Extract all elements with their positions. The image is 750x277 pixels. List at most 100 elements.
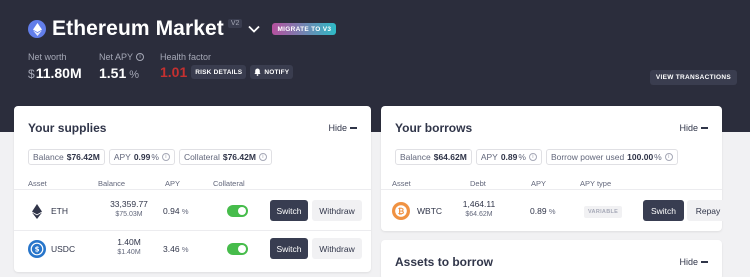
chip-value: 0.99 xyxy=(133,152,151,162)
apy-value: 3.46 xyxy=(163,244,180,254)
notify-label: NOTIFY xyxy=(264,68,290,76)
view-transactions-button[interactable]: VIEW TRANSACTIONS xyxy=(649,70,737,85)
health-factor-stat: Health factor 1.01 RISK DETAILS NOTIFY xyxy=(160,52,294,80)
chevron-down-icon[interactable] xyxy=(248,22,262,36)
repay-button[interactable]: Repay xyxy=(687,200,729,221)
supplies-title: Your supplies xyxy=(28,121,107,135)
table-row: ETH 33,359.77 $75.03M 0.94 % Switch With… xyxy=(14,191,371,231)
health-factor-value: 1.01 xyxy=(160,64,188,80)
health-factor-label: Health factor xyxy=(160,52,212,62)
wbtc-icon: ₿ xyxy=(392,202,410,220)
chip-value: $76.42M xyxy=(222,152,256,162)
migrate-button[interactable]: MIGRATE TO V3 xyxy=(272,23,337,35)
minus-icon xyxy=(701,127,708,129)
info-icon[interactable]: i xyxy=(161,153,170,161)
net-worth-stat: Net worth $ 11.80M xyxy=(28,52,82,81)
column-header: APY xyxy=(531,179,547,188)
hide-label: Hide xyxy=(679,257,698,267)
table-row: $ USDC 1.40M $1.40M 3.46 % Switch Withdr… xyxy=(14,229,371,269)
version-tag: V2 xyxy=(227,18,243,28)
risk-details-button[interactable]: RISK DETAILS xyxy=(191,65,247,79)
withdraw-button[interactable]: Withdraw xyxy=(312,200,362,221)
supplies-panel: Your supplies Hide Balance $76.42M APY 0… xyxy=(14,106,371,272)
column-header: Balance xyxy=(98,179,126,188)
column-header: Collateral xyxy=(213,179,245,188)
column-header: Asset xyxy=(392,179,411,188)
supplies-collateral-chip: Collateral $76.42M i xyxy=(178,149,272,165)
debt-usd: $64.62M xyxy=(465,211,493,218)
column-header: Asset xyxy=(28,179,47,188)
hide-label: Hide xyxy=(328,123,347,133)
apy-unit: % xyxy=(181,245,189,254)
hide-label: Hide xyxy=(679,123,698,133)
collateral-toggle[interactable] xyxy=(227,205,248,217)
net-worth-label: Net worth xyxy=(28,52,67,62)
supplies-hide-link[interactable]: Hide xyxy=(328,123,357,133)
switch-button[interactable]: Switch xyxy=(270,200,308,221)
assets-to-borrow-hide-link[interactable]: Hide xyxy=(679,257,708,267)
ethereum-logo-icon xyxy=(28,20,46,38)
chip-label: APY xyxy=(113,152,131,162)
chip-value: 100.00 xyxy=(627,152,654,162)
info-icon[interactable]: i xyxy=(258,153,267,161)
debt-value: 1,464.11 xyxy=(462,199,496,209)
switch-button[interactable]: Switch xyxy=(270,238,308,259)
balance-usd: $75.03M xyxy=(115,211,143,218)
assets-to-borrow-panel: Assets to borrow Hide xyxy=(381,240,722,277)
net-apy-label: Net APY xyxy=(99,52,134,62)
withdraw-button[interactable]: Withdraw xyxy=(312,238,362,259)
net-apy-stat: Net APY i 1.51 % xyxy=(99,52,145,81)
usdc-icon: $ xyxy=(28,240,46,258)
market-title: Ethereum Market xyxy=(52,17,224,40)
net-worth-value: 11.80M xyxy=(35,65,82,81)
collateral-toggle[interactable] xyxy=(227,243,248,255)
borrows-table-header: Asset Debt APY APY type xyxy=(381,178,722,190)
market-selector[interactable]: Ethereum Market V2 MIGRATE TO V3 xyxy=(28,17,337,41)
supplies-table-header: Asset Balance APY Collateral xyxy=(14,178,371,190)
supplies-balance-chip: Balance $76.42M xyxy=(28,149,105,165)
balance-value: 1.40M xyxy=(117,237,141,247)
apy-value: 0.94 xyxy=(163,206,180,216)
chip-label: Balance xyxy=(33,152,64,162)
chip-label: Balance xyxy=(400,152,431,162)
svg-text:₿: ₿ xyxy=(398,207,405,216)
supplies-apy-chip: APY 0.99 % i xyxy=(108,149,175,165)
chip-value: $76.42M xyxy=(66,152,100,162)
borrows-hide-link[interactable]: Hide xyxy=(679,123,708,133)
notify-button[interactable]: NOTIFY xyxy=(250,65,294,79)
net-apy-unit: % xyxy=(129,69,140,81)
column-header: APY xyxy=(165,179,181,188)
info-icon[interactable]: i xyxy=(136,53,145,61)
chip-label: Collateral xyxy=(183,152,220,162)
apy-unit: % xyxy=(181,207,189,216)
minus-icon xyxy=(350,127,357,129)
chip-unit: % xyxy=(151,152,159,162)
asset-name: USDC xyxy=(51,244,76,254)
apy-type-badge[interactable]: VARIABLE xyxy=(584,206,623,218)
column-header: APY type xyxy=(580,179,612,188)
eth-icon xyxy=(28,202,46,220)
asset-name: WBTC xyxy=(417,206,443,216)
info-icon[interactable]: i xyxy=(528,153,537,161)
assets-to-borrow-title: Assets to borrow xyxy=(395,255,494,269)
chip-label: APY xyxy=(480,152,498,162)
borrows-balance-chip: Balance $64.62M xyxy=(395,149,472,165)
table-row: ₿ WBTC 1,464.11 $64.62M 0.89 % VARIABLE … xyxy=(381,191,729,231)
switch-button[interactable]: Switch xyxy=(643,200,684,221)
chip-value: 0.89 xyxy=(500,152,518,162)
chip-value: $64.62M xyxy=(433,152,467,162)
net-apy-value: 1.51 xyxy=(99,65,127,81)
info-icon[interactable]: i xyxy=(664,153,673,161)
asset-name: ETH xyxy=(51,206,68,216)
chip-unit: % xyxy=(654,152,662,162)
chip-label: Borrow power used xyxy=(550,152,625,162)
currency-symbol: $ xyxy=(28,67,35,81)
borrows-apy-chip: APY 0.89 % i xyxy=(475,149,542,165)
balance-value: 33,359.77 xyxy=(110,199,148,209)
borrow-power-chip: Borrow power used 100.00 % i xyxy=(545,149,678,165)
svg-text:$: $ xyxy=(35,246,40,254)
chip-unit: % xyxy=(518,152,526,162)
apy-value: 0.89 xyxy=(530,206,547,216)
balance-usd: $1.40M xyxy=(117,249,141,256)
column-header: Debt xyxy=(470,179,486,188)
